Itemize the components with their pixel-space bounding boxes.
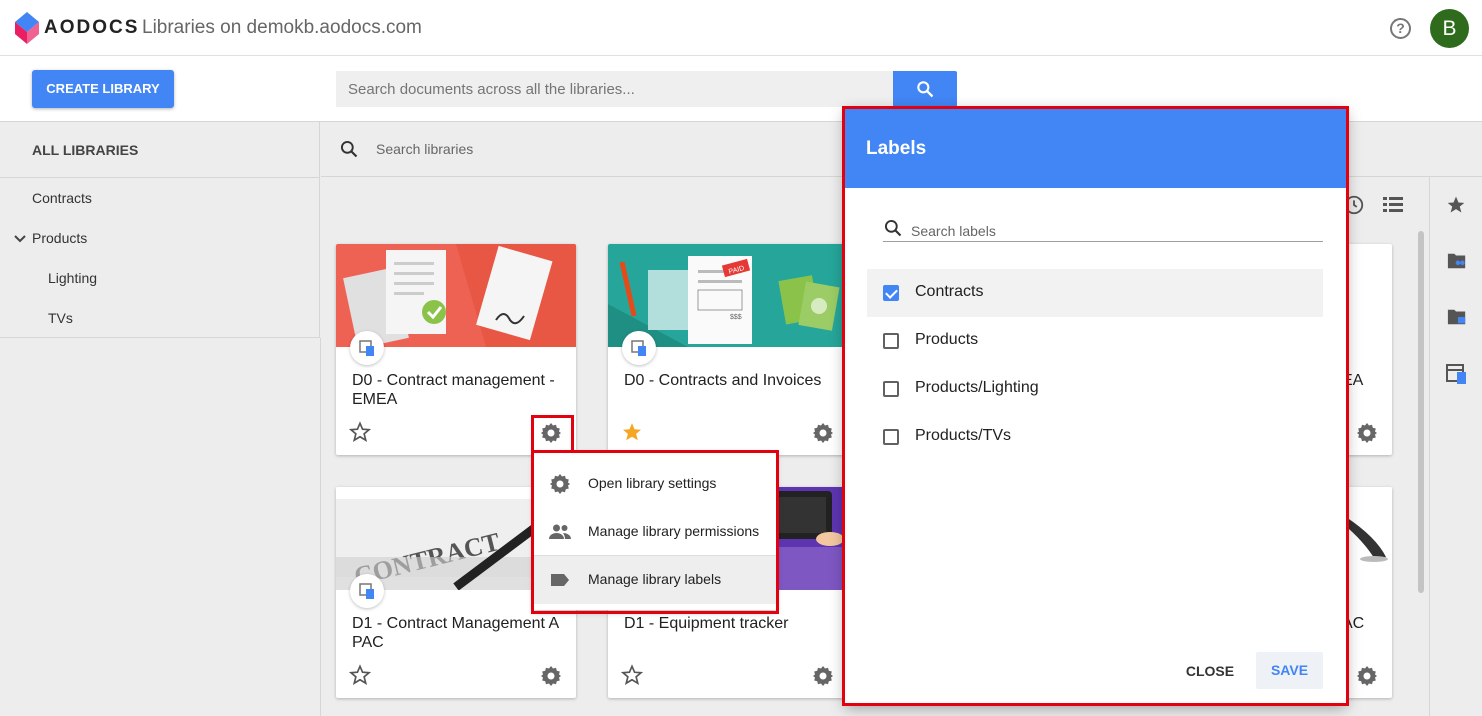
divider <box>0 177 320 178</box>
list-view-icon[interactable] <box>1383 196 1403 214</box>
gear-icon[interactable] <box>539 664 563 688</box>
star-outline-icon[interactable] <box>349 664 371 686</box>
dialog-title: Labels <box>866 138 927 159</box>
star-filled-icon[interactable] <box>621 421 643 443</box>
sidebar-item-contracts[interactable]: Contracts <box>32 190 92 206</box>
divider <box>320 338 321 716</box>
label-option-products-lighting[interactable]: Products/Lighting <box>867 365 1323 413</box>
menu-item-manage-labels[interactable]: Manage library labels <box>534 556 776 604</box>
recent-clock-icon[interactable] <box>1343 194 1365 216</box>
brand-name[interactable]: AODOCS <box>44 17 139 39</box>
label-option-text: Contracts <box>915 283 984 300</box>
gear-icon[interactable] <box>1355 421 1379 445</box>
global-search-input[interactable] <box>336 71 893 107</box>
menu-item-open-settings[interactable]: Open library settings <box>534 460 776 508</box>
library-type-icon <box>622 331 656 365</box>
label-option-products-tvs[interactable]: Products/TVs <box>867 413 1323 461</box>
page-title: Libraries on demokb.aodocs.com <box>142 17 422 38</box>
star-outline-icon[interactable] <box>621 664 643 686</box>
sidebar-item-lighting[interactable]: Lighting <box>48 270 97 286</box>
gear-icon[interactable] <box>811 421 835 445</box>
help-icon[interactable]: ? <box>1390 18 1411 39</box>
gear-icon[interactable] <box>811 664 835 688</box>
favorites-star-icon[interactable] <box>1446 195 1466 215</box>
create-library-button[interactable]: CREATE LIBRARY <box>32 70 174 108</box>
search-underline <box>883 241 1323 242</box>
labels-dialog: Labels Contracts Products Products/Light… <box>845 108 1346 704</box>
top-bar: AODOCS Libraries on demokb.aodocs.com ? … <box>0 0 1482 56</box>
shared-folder-icon[interactable] <box>1446 251 1468 271</box>
sidebar-item-products[interactable]: Products <box>32 230 87 246</box>
label-search-input[interactable] <box>911 220 1321 242</box>
chevron-down-icon[interactable] <box>13 232 27 246</box>
card-title[interactable]: EA <box>1342 371 1392 390</box>
library-card[interactable]: D0 - Contract management - EMEA <box>336 244 576 455</box>
library-type-icon <box>350 574 384 608</box>
card-title[interactable]: D1 - Equipment tracker <box>624 614 836 633</box>
card-title[interactable]: AC <box>1342 614 1392 633</box>
label-option-text: Products <box>915 331 979 348</box>
card-title[interactable]: D1 - Contract Management A PAC <box>352 614 564 652</box>
checkbox[interactable] <box>883 381 899 397</box>
people-icon <box>549 524 571 539</box>
label-option-text: Products/TVs <box>915 427 1012 444</box>
avatar[interactable]: B <box>1430 9 1469 48</box>
search-icon <box>917 81 934 98</box>
sidebar-item-all-libraries[interactable]: ALL LIBRARIES <box>32 142 138 158</box>
label-option-text: Products/Lighting <box>915 379 1039 396</box>
checkbox[interactable] <box>883 333 899 349</box>
sidebar: ALL LIBRARIES Contracts Products Lightin… <box>0 122 320 338</box>
scrollbar[interactable] <box>1418 231 1424 593</box>
library-icon[interactable] <box>1446 363 1468 385</box>
locked-folder-icon[interactable] <box>1446 307 1468 327</box>
checkbox[interactable] <box>883 285 899 301</box>
label-icon <box>551 574 569 586</box>
search-icon <box>340 140 358 158</box>
menu-item-label: Manage library permissions <box>588 523 760 539</box>
save-button[interactable]: SAVE <box>1256 652 1323 689</box>
dialog-header: Labels <box>845 108 1346 188</box>
menu-item-manage-permissions[interactable]: Manage library permissions <box>534 508 776 556</box>
library-type-icon <box>350 331 384 365</box>
amount-text: $$$ <box>730 314 742 321</box>
gear-icon[interactable] <box>539 421 563 445</box>
menu-item-label: Open library settings <box>588 475 717 491</box>
library-context-menu: Open library settings Manage library per… <box>534 452 776 610</box>
sidebar-item-tvs[interactable]: TVs <box>48 310 73 326</box>
close-button[interactable]: CLOSE <box>1178 653 1242 689</box>
search-button[interactable] <box>893 71 957 107</box>
checkbox[interactable] <box>883 429 899 445</box>
search-icon <box>884 219 902 237</box>
library-card[interactable]: PAID $$$ D0 - Contracts and Invoices <box>608 244 848 455</box>
gear-icon[interactable] <box>1355 664 1379 688</box>
menu-item-label: Manage library labels <box>588 571 722 587</box>
star-outline-icon[interactable] <box>349 421 371 443</box>
label-option-contracts[interactable]: Contracts <box>867 269 1323 317</box>
card-title[interactable]: D0 - Contracts and Invoices <box>624 371 836 390</box>
aodocs-logo-icon <box>15 12 39 44</box>
right-rail <box>1429 177 1482 716</box>
label-option-products[interactable]: Products <box>867 317 1323 365</box>
card-title[interactable]: D0 - Contract management - EMEA <box>352 371 564 409</box>
library-search-input[interactable] <box>376 138 776 160</box>
gear-icon <box>550 474 570 494</box>
